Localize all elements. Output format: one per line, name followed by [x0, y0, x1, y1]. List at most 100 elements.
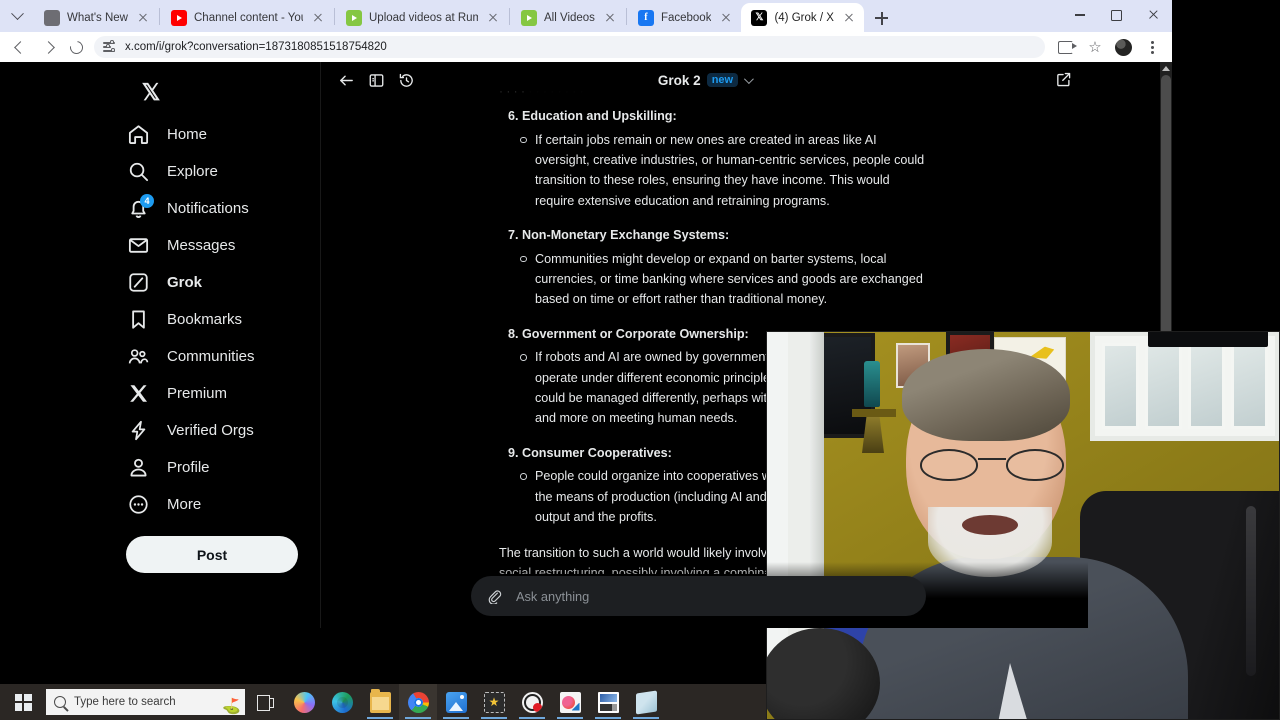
new-tab-button[interactable]: [868, 4, 896, 32]
search-icon: [54, 696, 66, 708]
tab-close-icon[interactable]: [310, 10, 326, 26]
back-button[interactable]: [6, 33, 34, 61]
screen: What's New Channel content - YouTube Upl…: [0, 0, 1280, 720]
tab-close-icon[interactable]: [602, 10, 618, 26]
sidebar-item-bookmarks[interactable]: Bookmarks: [112, 301, 320, 338]
sidebar-item-notifications[interactable]: 4 Notifications: [112, 190, 320, 227]
browser-tab-whats-new[interactable]: What's New: [34, 3, 158, 32]
compose-icon[interactable]: [1055, 71, 1072, 88]
grok-input-placeholder: Ask anything: [516, 588, 590, 604]
reload-button[interactable]: [62, 33, 90, 61]
share-button[interactable]: [1051, 33, 1079, 61]
sidebar-item-home[interactable]: Home: [112, 116, 320, 153]
history-icon[interactable]: [397, 71, 415, 89]
taskbar-app-photos[interactable]: [437, 684, 475, 720]
star-icon: ★: [483, 691, 505, 713]
tab-close-icon[interactable]: [718, 10, 734, 26]
reload-icon: [66, 37, 86, 57]
sidebar-item-more[interactable]: More: [112, 486, 320, 523]
taskbar-app-copilot[interactable]: [285, 684, 323, 720]
tab-list: What's New Channel content - YouTube Upl…: [34, 0, 1061, 32]
panel-toggle-icon[interactable]: [367, 71, 385, 89]
sidebar-item-grok[interactable]: Grok: [112, 264, 320, 301]
tab-label: Facebook: [660, 11, 712, 24]
windows-start-icon: [14, 693, 32, 711]
maximize-button[interactable]: [1098, 0, 1135, 30]
grok-input[interactable]: Ask anything: [471, 576, 926, 616]
close-window-button[interactable]: [1135, 0, 1172, 30]
paperclip-icon[interactable]: [487, 589, 502, 604]
sidebar-item-profile[interactable]: Profile: [112, 449, 320, 486]
minimize-button[interactable]: [1061, 0, 1098, 30]
home-icon: [127, 123, 150, 146]
edge-icon: [331, 691, 353, 713]
bullet-list: Communities might develop or expand on b…: [499, 249, 929, 310]
section-title: Education and Upskilling:: [522, 109, 677, 123]
taskbar-app-file-explorer[interactable]: [361, 684, 399, 720]
bullet-list: If certain jobs remain or new ones are c…: [499, 130, 929, 212]
sidebar-item-explore[interactable]: Explore: [112, 153, 320, 190]
sidebar-nav-list: Home Explore 4 Notifications Messages Gr…: [112, 116, 320, 523]
windows-start-button[interactable]: [0, 684, 46, 720]
taskbar-app-microsoft-edge[interactable]: [323, 684, 361, 720]
taskbar-app-movie-maker[interactable]: ★: [475, 684, 513, 720]
section-title: Consumer Cooperatives:: [522, 445, 672, 460]
tab-label: What's New: [67, 11, 128, 24]
toolbar-actions: ☆: [1051, 33, 1166, 61]
list-item: If certain jobs remain or new ones are c…: [520, 130, 929, 212]
taskbar-app-google-chrome[interactable]: [399, 684, 437, 720]
profile-avatar[interactable]: [1115, 38, 1132, 56]
sidebar-item-messages[interactable]: Messages: [112, 227, 320, 264]
task-view-button[interactable]: [245, 684, 285, 720]
forward-button[interactable]: [34, 33, 62, 61]
browser-tab-facebook[interactable]: f Facebook: [628, 3, 742, 32]
grok-model-selector[interactable]: Grok 2 new: [321, 62, 1088, 98]
x-logo-icon[interactable]: 𝕏: [125, 70, 177, 114]
chrome-menu-icon: [1143, 38, 1161, 56]
list-item: Communities might develop or expand on b…: [520, 249, 929, 310]
tab-close-icon[interactable]: [135, 10, 151, 26]
webcam-border: [766, 331, 1280, 720]
folder-icon: [369, 688, 391, 713]
composer-area: Ask anything: [321, 576, 1088, 616]
search-icon: [127, 160, 150, 183]
site-settings-icon[interactable]: [103, 40, 117, 53]
section-number: 9.: [508, 445, 519, 460]
sidebar-item-label: Home: [167, 126, 208, 143]
sidebar-item-premium[interactable]: Premium: [112, 375, 320, 412]
sidebar-item-label: Notifications: [167, 200, 249, 217]
section-number: 7.: [508, 228, 519, 243]
scrollbar-thumb[interactable]: [1161, 75, 1171, 375]
tab-close-icon[interactable]: [841, 10, 857, 26]
windows-taskbar: Type here to search ⛳ ★: [0, 684, 766, 720]
tab-strip: What's New Channel content - YouTube Upl…: [0, 0, 1172, 32]
browser-tab-all-videos[interactable]: All Videos: [511, 3, 625, 32]
taskbar-app-document[interactable]: [589, 684, 627, 720]
address-bar[interactable]: x.com/i/grok?conversation=18731808515187…: [94, 36, 1045, 58]
chrome-menu-button[interactable]: [1138, 33, 1166, 61]
bookmark-icon: [127, 308, 150, 331]
sidebar-item-label: Communities: [167, 348, 255, 365]
tab-separator: [625, 7, 627, 25]
tab-close-icon[interactable]: [485, 10, 501, 26]
post-button[interactable]: Post: [126, 536, 298, 573]
paint-icon: [559, 691, 581, 713]
taskbar-app-notepad[interactable]: [627, 684, 665, 720]
browser-tab-youtube[interactable]: Channel content - YouTube: [161, 3, 333, 32]
notepad-icon: [635, 690, 657, 714]
sidebar-item-communities[interactable]: Communities: [112, 338, 320, 375]
taskbar-app-paint[interactable]: [551, 684, 589, 720]
section-number: 8.: [508, 326, 519, 341]
taskbar-app-obs-studio[interactable]: [513, 684, 551, 720]
sidebar-item-verified-orgs[interactable]: Verified Orgs: [112, 412, 320, 449]
address-bar-url: x.com/i/grok?conversation=18731808515187…: [125, 41, 387, 53]
scroll-up-arrow-icon[interactable]: [1160, 62, 1172, 74]
tab-search-button[interactable]: [0, 0, 34, 32]
bookmark-button[interactable]: ☆: [1081, 33, 1109, 61]
browser-tab-rumble-upload[interactable]: Upload videos at Rumble: [336, 3, 508, 32]
taskbar-search-input[interactable]: Type here to search ⛳: [46, 689, 245, 715]
browser-tab-grok-x[interactable]: 𝕏 (4) Grok / X: [741, 3, 864, 32]
back-arrow-icon[interactable]: [337, 71, 355, 89]
copilot-icon: [293, 691, 315, 713]
tab-label: (4) Grok / X: [774, 11, 834, 24]
